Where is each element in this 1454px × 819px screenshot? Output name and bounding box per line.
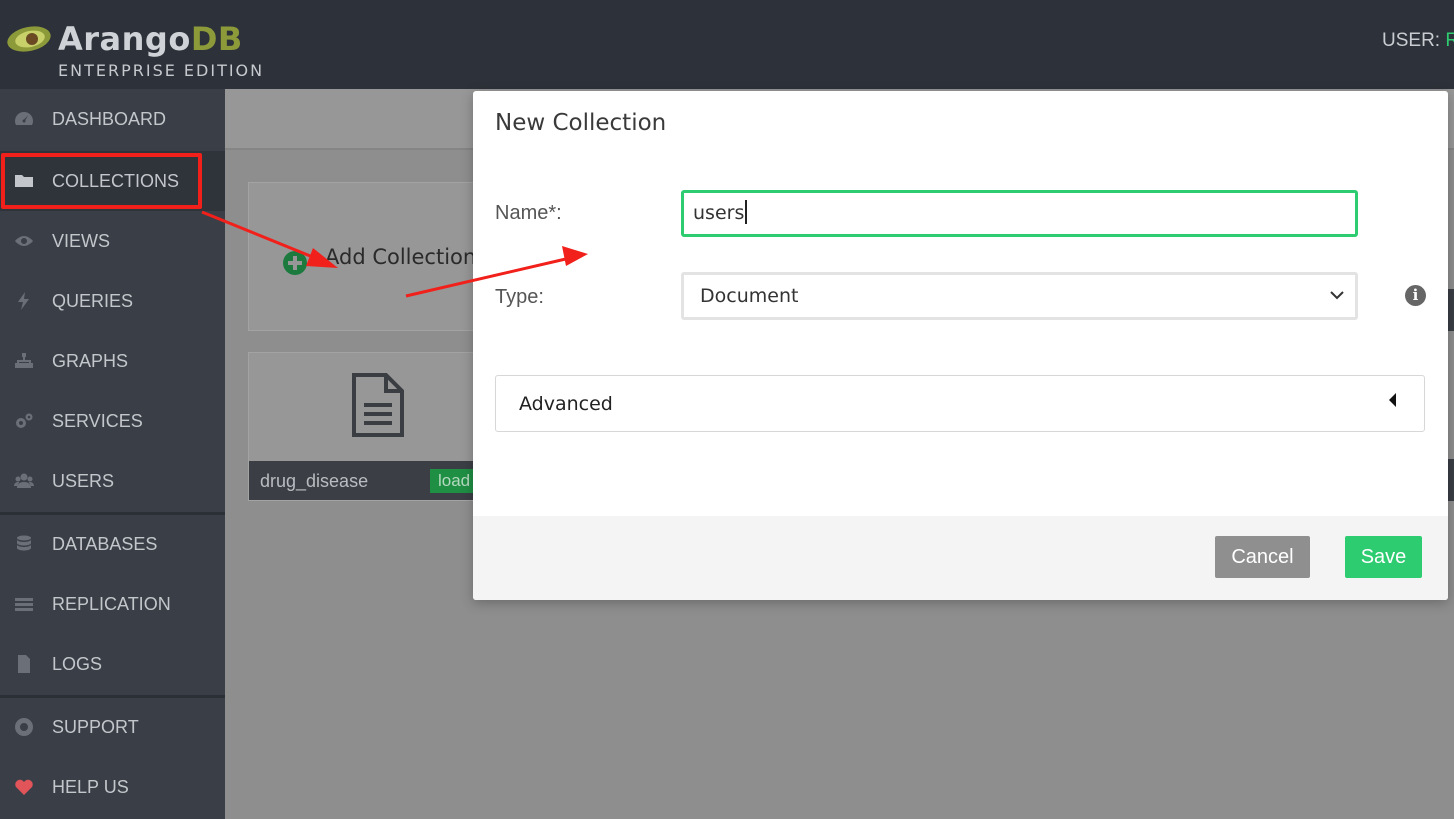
sitemap-icon <box>0 351 52 371</box>
sidebar-item-databases[interactable]: DATABASES <box>0 514 225 574</box>
sidebar-item-label: REPLICATION <box>52 593 171 614</box>
sidebar-item-views[interactable]: VIEWS <box>0 211 225 271</box>
users-icon <box>0 471 52 491</box>
annotation-highlight-box <box>1 153 202 209</box>
chevron-down-icon <box>1330 291 1344 300</box>
modal-footer: Cancel Save <box>473 516 1448 600</box>
collection-tile-footer: drug_disease load <box>249 461 487 500</box>
bolt-icon <box>0 291 52 311</box>
sidebar-item-label: QUERIES <box>52 290 134 311</box>
collection-name: drug_disease <box>260 471 369 491</box>
life-ring-icon <box>0 717 52 737</box>
sidebar-item-label: LOGS <box>52 653 103 674</box>
dashboard-icon <box>0 109 52 129</box>
sidebar-item-users[interactable]: USERS <box>0 451 225 511</box>
sidebar-item-queries[interactable]: QUERIES <box>0 271 225 331</box>
sidebar-item-help-us[interactable]: HELP US <box>0 757 225 817</box>
advanced-panel-toggle[interactable]: Advanced <box>495 375 1425 432</box>
sidebar-item-replication[interactable]: REPLICATION <box>0 574 225 634</box>
sidebar-item-label: DASHBOARD <box>52 108 167 129</box>
logo-db-text: DB <box>190 20 243 58</box>
sidebar-item-label: VIEWS <box>52 230 111 251</box>
user-label: USER: <box>1382 30 1441 51</box>
sidebar-item-label: GRAPHS <box>52 350 129 371</box>
heart-icon <box>0 777 52 797</box>
add-collection-label: Add Collection <box>325 245 477 269</box>
collection-tile[interactable]: drug_disease load <box>248 352 488 501</box>
avocado-logo-icon <box>7 26 51 52</box>
modal-title: New Collection <box>495 110 667 136</box>
user-menu[interactable]: USER: R <box>1382 30 1454 52</box>
sidebar-item-logs[interactable]: LOGS <box>0 634 225 694</box>
sidebar-item-label: USERS <box>52 470 115 491</box>
status-badge: load <box>430 469 479 493</box>
advanced-label: Advanced <box>519 393 613 415</box>
new-collection-modal: New Collection Name*: users Type: Docume… <box>473 91 1448 600</box>
type-label: Type: <box>495 286 544 308</box>
name-label: Name*: <box>495 202 562 224</box>
sidebar-item-label: DATABASES <box>52 533 158 554</box>
sidebar-item-label: SERVICES <box>52 410 143 431</box>
type-select-value: Document <box>700 285 799 307</box>
sidebar-item-label: SUPPORT <box>52 716 139 737</box>
logo-main-text: Arango <box>58 20 191 58</box>
logo-edition: ENTERPRISE EDITION <box>58 61 265 80</box>
caret-left-icon <box>1389 393 1396 407</box>
database-icon <box>0 534 52 554</box>
sidebar-item-dashboard[interactable]: DASHBOARD <box>0 89 225 149</box>
file-text-icon <box>0 654 52 674</box>
name-input-value: users <box>693 202 745 224</box>
logo-wordmark: ArangoDB <box>58 20 243 58</box>
sidebar-item-label: HELP US <box>52 776 129 797</box>
server-icon <box>0 594 52 614</box>
sidebar-item-support[interactable]: SUPPORT <box>0 697 225 757</box>
save-button[interactable]: Save <box>1345 536 1422 578</box>
cancel-button[interactable]: Cancel <box>1215 536 1310 578</box>
sidebar-item-services[interactable]: SERVICES <box>0 391 225 451</box>
eye-icon <box>0 231 52 251</box>
arangodb-logo[interactable]: ArangoDB ENTERPRISE EDITION <box>6 20 266 84</box>
top-bar: ArangoDB ENTERPRISE EDITION USER: R <box>0 0 1454 89</box>
cogs-icon <box>0 411 52 431</box>
plus-circle-icon <box>283 251 307 275</box>
document-icon <box>352 373 404 437</box>
collection-name-input[interactable]: users <box>681 190 1358 237</box>
info-icon[interactable]: i <box>1405 285 1426 306</box>
user-name: R <box>1445 30 1454 51</box>
add-collection-tile[interactable]: Add Collection <box>248 182 488 331</box>
text-caret <box>745 200 748 224</box>
collection-type-select[interactable]: Document <box>681 272 1358 320</box>
sidebar-item-graphs[interactable]: GRAPHS <box>0 331 225 391</box>
